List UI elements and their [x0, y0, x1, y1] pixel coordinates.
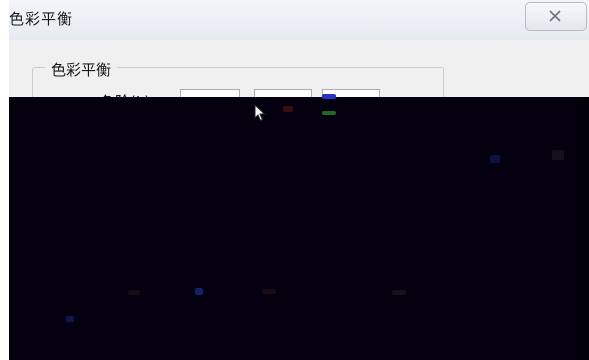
dark-speck [552, 150, 564, 160]
close-x-icon [549, 10, 561, 22]
green-artifact [322, 111, 336, 115]
window-frame-edge [0, 0, 9, 360]
dark-speck [128, 290, 140, 295]
overlay-shadow-edge [577, 97, 589, 360]
dark-speck [262, 289, 276, 294]
dark-speck [392, 290, 406, 295]
dialog-title: 色彩平衡 [9, 10, 74, 28]
blue-speck [490, 155, 500, 163]
close-button[interactable] [525, 2, 587, 31]
color-balance-group-title: 色彩平衡 [45, 59, 118, 80]
blue-speck [66, 316, 74, 322]
dialog-titlebar[interactable]: 色彩平衡 [9, 0, 589, 40]
blue-artifact [322, 94, 336, 99]
red-artifact [283, 106, 293, 112]
dark-obscured-region [9, 97, 589, 360]
blue-speck [195, 288, 203, 295]
mouse-cursor-icon [254, 104, 266, 122]
